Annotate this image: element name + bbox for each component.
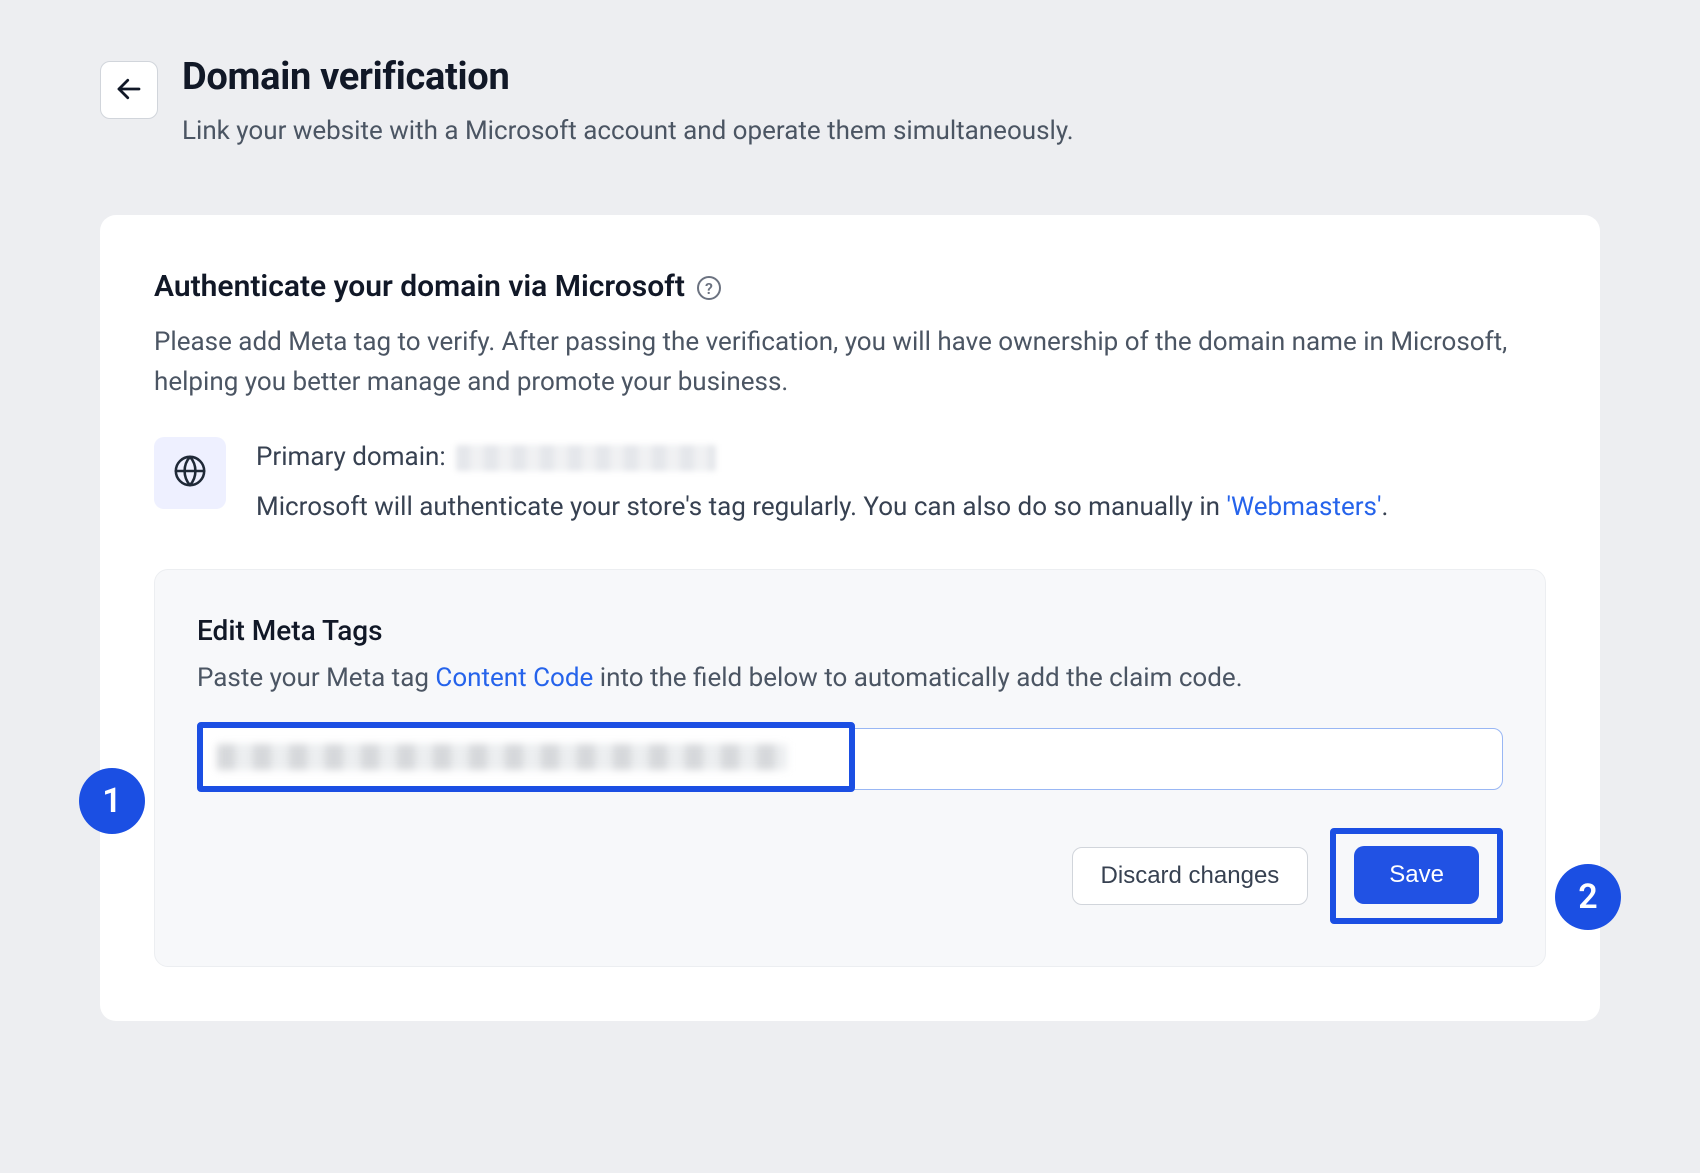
discard-changes-button[interactable]: Discard changes [1072,847,1309,905]
annotation-highlight-input [197,722,855,792]
help-icon[interactable]: ? [697,276,721,300]
meta-desc-before: Paste your Meta tag [197,663,435,693]
auth-line-text: Microsoft will authenticate your store's… [256,492,1226,522]
auth-section-description: Please add Meta tag to verify. After pas… [154,322,1546,403]
main-card: Authenticate your domain via Microsoft ?… [100,215,1600,1021]
content-code-link[interactable]: Content Code [435,663,593,693]
meta-tag-input[interactable] [203,728,849,786]
globe-icon-box [154,437,226,509]
annotation-highlight-save: Save [1330,828,1503,924]
arrow-left-icon [114,74,144,107]
save-button[interactable]: Save [1354,846,1479,904]
edit-meta-tags-panel: Edit Meta Tags Paste your Meta tag Conte… [154,569,1546,967]
annotation-callout-1: 1 [79,768,145,834]
page-subtitle: Link your website with a Microsoft accou… [182,113,1074,149]
webmasters-link[interactable]: 'Webmasters' [1226,492,1381,522]
meta-desc-after: into the field below to automatically ad… [593,663,1242,693]
auth-line-period: . [1382,492,1389,522]
primary-domain-value-redacted [456,445,716,471]
meta-panel-title: Edit Meta Tags [197,614,1503,647]
page-title: Domain verification [182,55,1074,101]
globe-icon [173,454,207,492]
auth-section-title: Authenticate your domain via Microsoft [154,269,685,304]
back-button[interactable] [100,61,158,119]
annotation-callout-2: 2 [1555,864,1621,930]
primary-domain-label: Primary domain: [256,442,446,472]
